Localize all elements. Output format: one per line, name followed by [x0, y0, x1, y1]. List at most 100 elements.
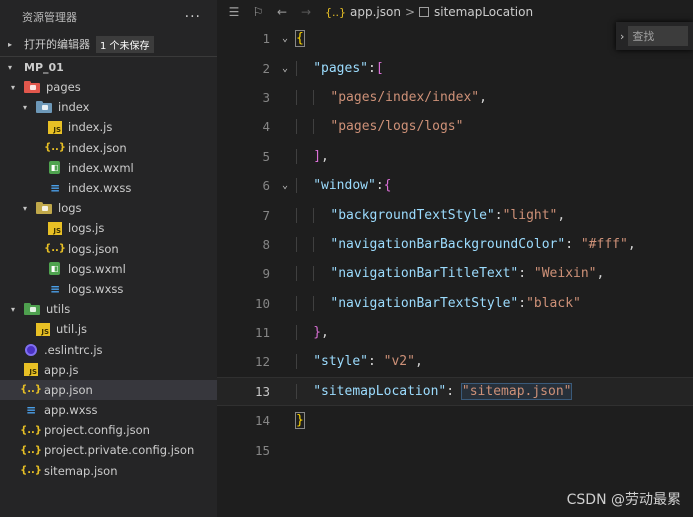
editor-area: ☰ ⚐ ← → {..} app.json > sitemapLocation … — [217, 0, 693, 517]
tree-item[interactable]: ▸{..}project.config.json — [0, 420, 217, 440]
code-text: }, — [296, 325, 329, 341]
tree-item[interactable]: ▸.eslintrc.js — [0, 339, 217, 359]
tree-item-label: project.private.config.json — [44, 443, 195, 458]
code-token: : — [367, 354, 384, 370]
tree-item[interactable]: ▾ index — [0, 97, 217, 117]
code-token: "backgroundTextStyle" — [330, 207, 495, 223]
code-token: ] — [313, 148, 322, 164]
file-tree: ▾ pages ▾index▸JSindex.js▸{..}index.json▸◧… — [0, 77, 217, 481]
tree-item[interactable]: ▸JSapp.js — [0, 360, 217, 380]
indent-guide — [296, 119, 297, 135]
tree-item[interactable]: ▸◧index.wxml — [0, 158, 217, 178]
fold-chevron-icon[interactable]: ⌄ — [274, 63, 296, 74]
tree-item[interactable]: ▸{..}sitemap.json — [0, 461, 217, 481]
code-token: { — [295, 30, 305, 48]
code-token: , — [321, 148, 329, 164]
code-line[interactable]: 8 "navigationBarBackgroundColor": "#fff", — [217, 230, 693, 259]
project-section[interactable]: ▾ MP_01 — [0, 56, 217, 77]
code-line[interactable]: 2 ⌄ "pages":[ — [217, 53, 693, 82]
code-token: , — [321, 325, 329, 341]
code-line[interactable]: 12 "style": "v2", — [217, 347, 693, 376]
tree-item[interactable]: ▸JSlogs.js — [0, 218, 217, 238]
tree-item[interactable]: ▸◧logs.wxml — [0, 259, 217, 279]
tree-item[interactable]: ▸JSindex.js — [0, 117, 217, 137]
tree-item[interactable]: ▸{..}app.json — [0, 379, 217, 400]
open-editors-section[interactable]: ▸ 打开的编辑器 1 个未保存 — [0, 34, 217, 54]
code-text: ], — [296, 148, 329, 164]
code-line[interactable]: 7 "backgroundTextStyle":"light", — [217, 200, 693, 229]
line-number: 5 — [262, 148, 270, 164]
code-text: "navigationBarTitleText": "Weixin", — [296, 266, 604, 282]
code-token: : — [494, 207, 503, 223]
code-token: "sitemap.json" — [460, 382, 573, 400]
list-icon[interactable]: ☰ — [227, 5, 241, 19]
code-token: : — [518, 295, 527, 311]
code-token: : — [446, 383, 462, 399]
chevron-down-icon: ▾ — [22, 203, 27, 213]
tree-item[interactable]: ▾ logs — [0, 198, 217, 218]
indent-guide — [296, 236, 297, 252]
line-number: 2 — [262, 60, 270, 76]
tree-item[interactable]: ▸JSutil.js — [0, 319, 217, 339]
indent-guide — [313, 266, 315, 282]
code-editor[interactable]: 1 ⌄{2 ⌄ "pages":[3 "pages/index/index", 4 "pag… — [217, 24, 693, 465]
code-line[interactable]: 14} — [217, 406, 693, 435]
chevron-down-icon: ▾ — [22, 102, 27, 112]
tree-item[interactable]: ▸{..}project.private.config.json — [0, 440, 217, 460]
js-file-icon: JS — [48, 120, 62, 134]
wxml-file-icon: ◧ — [49, 262, 60, 276]
code-text: "window":{ — [296, 178, 392, 194]
code-token: { — [383, 178, 392, 194]
explorer-title: 资源管理器 — [22, 11, 77, 24]
folder-icon — [36, 101, 52, 114]
line-number: 13 — [254, 383, 270, 399]
code-line[interactable]: 11}, — [217, 318, 693, 347]
code-line[interactable]: 5], — [217, 142, 693, 171]
fold-chevron-icon[interactable]: ⌄ — [274, 33, 296, 44]
folder-icon — [24, 303, 40, 316]
code-line[interactable]: 10 "navigationBarTextStyle":"black" — [217, 289, 693, 318]
code-line[interactable]: 9 "navigationBarTitleText": "Weixin", — [217, 259, 693, 288]
tree-item-label: pages — [46, 80, 81, 95]
json-file-icon: {..} — [20, 384, 42, 396]
tree-item[interactable]: ▾ pages — [0, 77, 217, 97]
tree-item[interactable]: ▸≡logs.wxss — [0, 279, 217, 299]
find-input[interactable] — [628, 26, 689, 46]
indent-guide — [313, 89, 315, 105]
fold-chevron-icon[interactable]: ⌄ — [274, 180, 296, 191]
line-number: 12 — [254, 354, 270, 370]
symbol-cube-icon — [419, 7, 429, 17]
json-file-icon: {..} — [20, 465, 42, 477]
breadcrumb-file[interactable]: app.json — [350, 5, 401, 19]
tree-item-label: logs.wxml — [68, 261, 126, 276]
chevron-down-icon: ▾ — [8, 62, 13, 72]
chevron-down-icon: ▾ — [10, 82, 15, 92]
code-token: "navigationBarBackgroundColor" — [330, 236, 566, 252]
tree-item-label: app.wxss — [44, 403, 98, 418]
more-actions-icon[interactable]: ··· — [185, 9, 201, 25]
bookmark-icon[interactable]: ⚐ — [251, 5, 265, 19]
line-number: 4 — [262, 119, 270, 135]
code-text: "backgroundTextStyle":"light", — [296, 207, 565, 223]
tree-item-label: app.json — [44, 382, 93, 397]
code-line[interactable]: 6 ⌄ "window":{ — [217, 171, 693, 200]
back-arrow-icon[interactable]: ← — [275, 5, 289, 19]
indent-guide — [313, 207, 315, 223]
code-line[interactable]: 13 "sitemapLocation": "sitemap.json" — [217, 376, 693, 407]
tree-item-label: .eslintrc.js — [44, 342, 103, 357]
code-text: "navigationBarTextStyle":"black" — [296, 295, 581, 311]
line-number: 1 — [262, 31, 270, 47]
tree-item[interactable]: ▸≡app.wxss — [0, 400, 217, 420]
code-line[interactable]: 4 "pages/logs/logs" — [217, 112, 693, 141]
forward-arrow-icon[interactable]: → — [299, 5, 313, 19]
code-token: } — [295, 412, 305, 430]
code-line[interactable]: 3 "pages/index/index", — [217, 83, 693, 112]
js-file-icon: JS — [48, 221, 62, 235]
tree-item[interactable]: ▸{..}index.json — [0, 138, 217, 158]
breadcrumb-symbol[interactable]: sitemapLocation — [434, 5, 533, 19]
tree-item[interactable]: ▸{..}logs.json — [0, 239, 217, 259]
chevron-right-icon[interactable]: › — [620, 30, 624, 43]
code-line[interactable]: 15 — [217, 435, 693, 464]
tree-item[interactable]: ▸≡index.wxss — [0, 178, 217, 198]
tree-item[interactable]: ▾ utils — [0, 299, 217, 319]
